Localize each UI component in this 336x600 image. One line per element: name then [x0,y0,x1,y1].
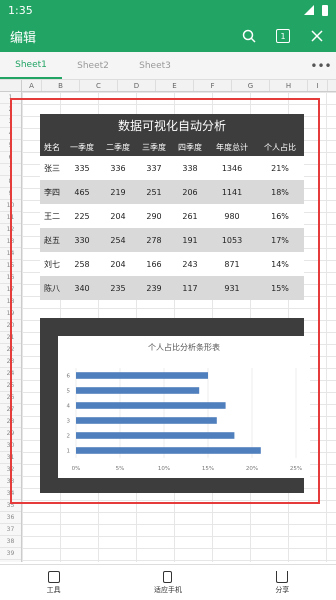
battery-icon [322,4,328,16]
share-button[interactable]: 分享 [275,570,290,595]
row-header[interactable]: 39 [0,548,21,560]
page-count: 1 [280,31,286,41]
column-header[interactable]: C [80,80,118,91]
status-bar: 1:35 [0,0,336,20]
signal-icon [304,5,314,15]
column-header[interactable]: B [42,80,80,91]
column-header[interactable]: A [22,80,42,91]
corner-cell[interactable] [0,80,22,91]
bottom-toolbar: 工具 适应手机 分享 [0,564,336,600]
column-header[interactable]: I [308,80,328,91]
row-header[interactable]: 38 [0,536,21,548]
tab-sheet3[interactable]: Sheet3 [124,52,186,79]
column-header[interactable]: H [270,80,308,91]
page-count-button[interactable]: 1 [276,29,290,43]
share-icon [276,570,289,583]
row-header[interactable]: 37 [0,524,21,536]
tools-label: 工具 [46,585,61,594]
status-time: 1:35 [8,3,33,17]
close-icon[interactable] [308,27,326,45]
tab-sheet1[interactable]: Sheet1 [0,52,62,79]
share-label: 分享 [275,585,290,594]
more-horizontal-icon[interactable]: ••• [306,52,336,79]
column-header[interactable]: F [194,80,232,91]
app-title: 编辑 [10,30,37,46]
fit-phone-button[interactable]: 适应手机 [153,570,182,595]
grid-icon [47,570,60,583]
fit-phone-label: 适应手机 [153,585,182,594]
app-bar: 编辑 1 [0,20,336,52]
row-header[interactable]: 36 [0,512,21,524]
column-header-bar: A B C D E F G H I [0,80,336,92]
search-icon[interactable] [240,27,258,45]
column-header[interactable]: D [118,80,156,91]
phone-icon [163,570,173,583]
sheet-tabs: Sheet1 Sheet2 Sheet3 ••• [0,52,336,80]
selection-outline [10,98,320,504]
column-header[interactable]: G [232,80,270,91]
column-header[interactable]: E [156,80,194,91]
tools-button[interactable]: 工具 [46,570,61,595]
tab-sheet2[interactable]: Sheet2 [62,52,124,79]
